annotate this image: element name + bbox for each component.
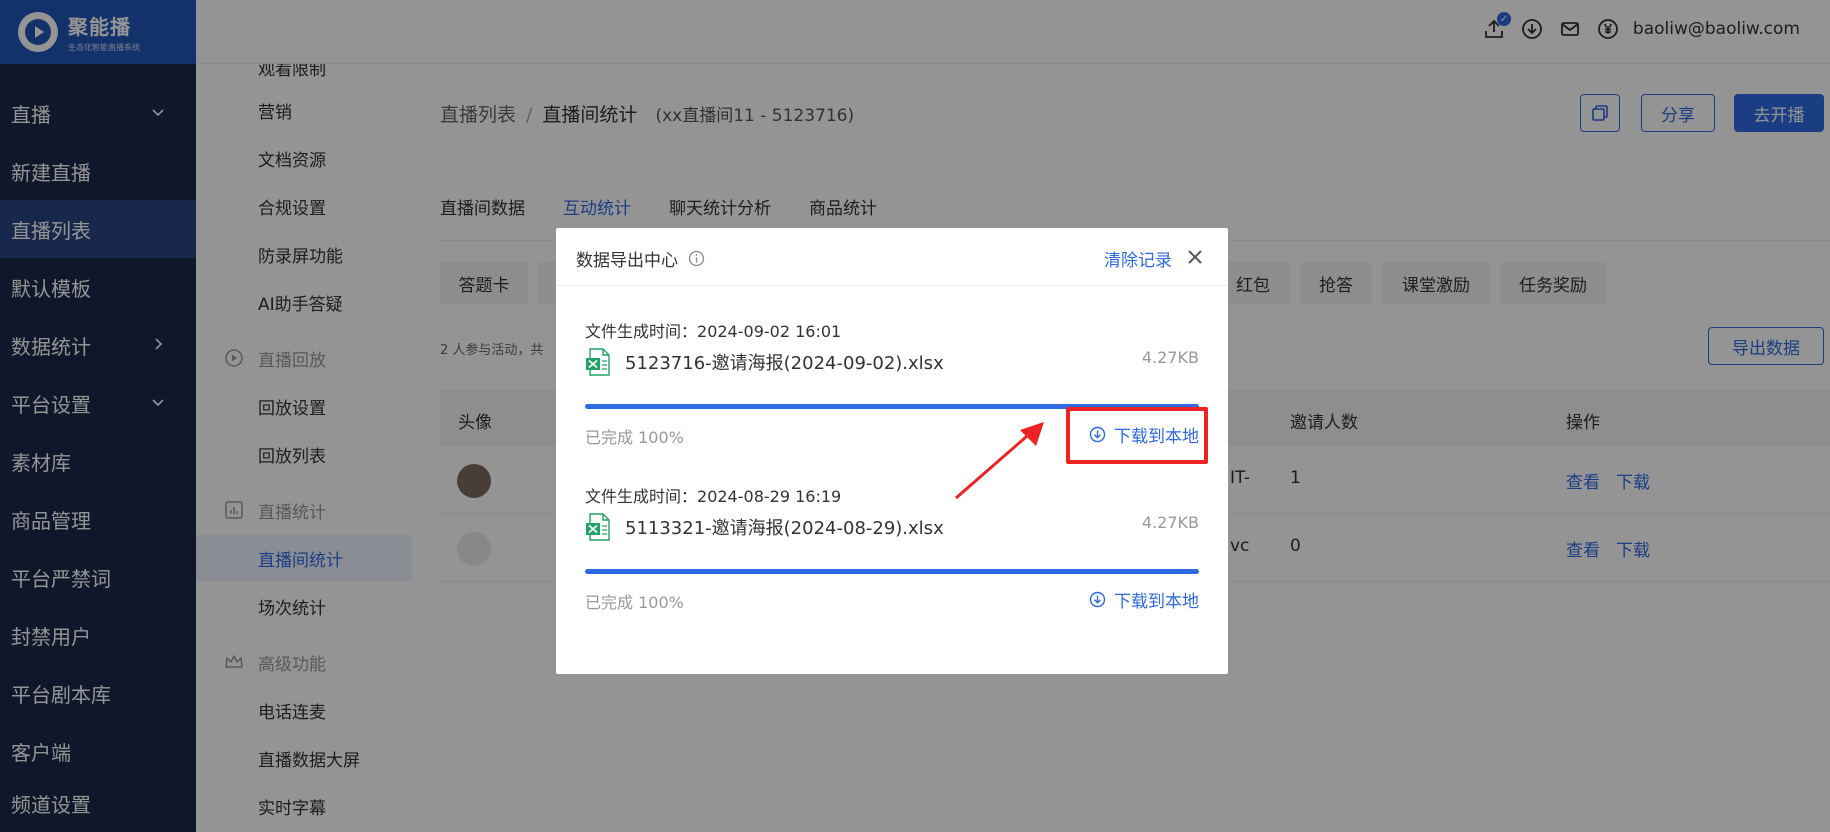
dialog-header: 数据导出中心 清除记录 xyxy=(556,228,1228,286)
record-file: 5123716-邀请海报(2024-09-02).xlsx xyxy=(585,348,944,376)
record-time-label: 文件生成时间： xyxy=(585,322,698,341)
record-time-label: 文件生成时间： xyxy=(585,487,698,506)
record-time: 文件生成时间：2024-08-29 16:19 xyxy=(585,483,841,507)
app-root: 聚能播 生态化智能直播系统 直播 新建直播 直播列表 默认模板 数据统计 平台设… xyxy=(0,0,1830,832)
record-file-size: 4.27KB xyxy=(1141,348,1199,367)
record-time: 文件生成时间：2024-09-02 16:01 xyxy=(585,318,841,342)
annotation-arrow-icon xyxy=(955,422,1044,500)
progress-status: 已完成 100% xyxy=(585,593,684,612)
excel-file-icon xyxy=(586,348,610,376)
record-time-value: 2024-09-02 16:01 xyxy=(697,322,842,341)
download-label: 下载到本地 xyxy=(1114,592,1199,612)
download-to-local-button[interactable]: 下载到本地 xyxy=(1089,587,1199,612)
record-file: 5113321-邀请海报(2024-08-29).xlsx xyxy=(585,513,944,541)
record-file-name: 5113321-邀请海报(2024-08-29).xlsx xyxy=(625,518,944,539)
dialog-title: 数据导出中心 xyxy=(576,246,705,271)
excel-file-icon xyxy=(586,513,610,541)
record-file-name: 5123716-邀请海报(2024-09-02).xlsx xyxy=(625,353,944,374)
progress-bar xyxy=(585,569,1199,574)
record-file-size: 4.27KB xyxy=(1141,513,1199,532)
download-circle-icon xyxy=(1089,591,1106,608)
record-time-value: 2024-08-29 16:19 xyxy=(697,487,842,506)
close-icon[interactable] xyxy=(1186,248,1204,266)
clear-records-button[interactable]: 清除记录 xyxy=(1104,246,1172,271)
progress-fill xyxy=(585,569,1199,574)
highlight-box xyxy=(1066,407,1208,464)
progress-status: 已完成 100% xyxy=(585,428,684,447)
info-icon[interactable] xyxy=(688,250,705,267)
dialog-title-text: 数据导出中心 xyxy=(576,251,678,271)
